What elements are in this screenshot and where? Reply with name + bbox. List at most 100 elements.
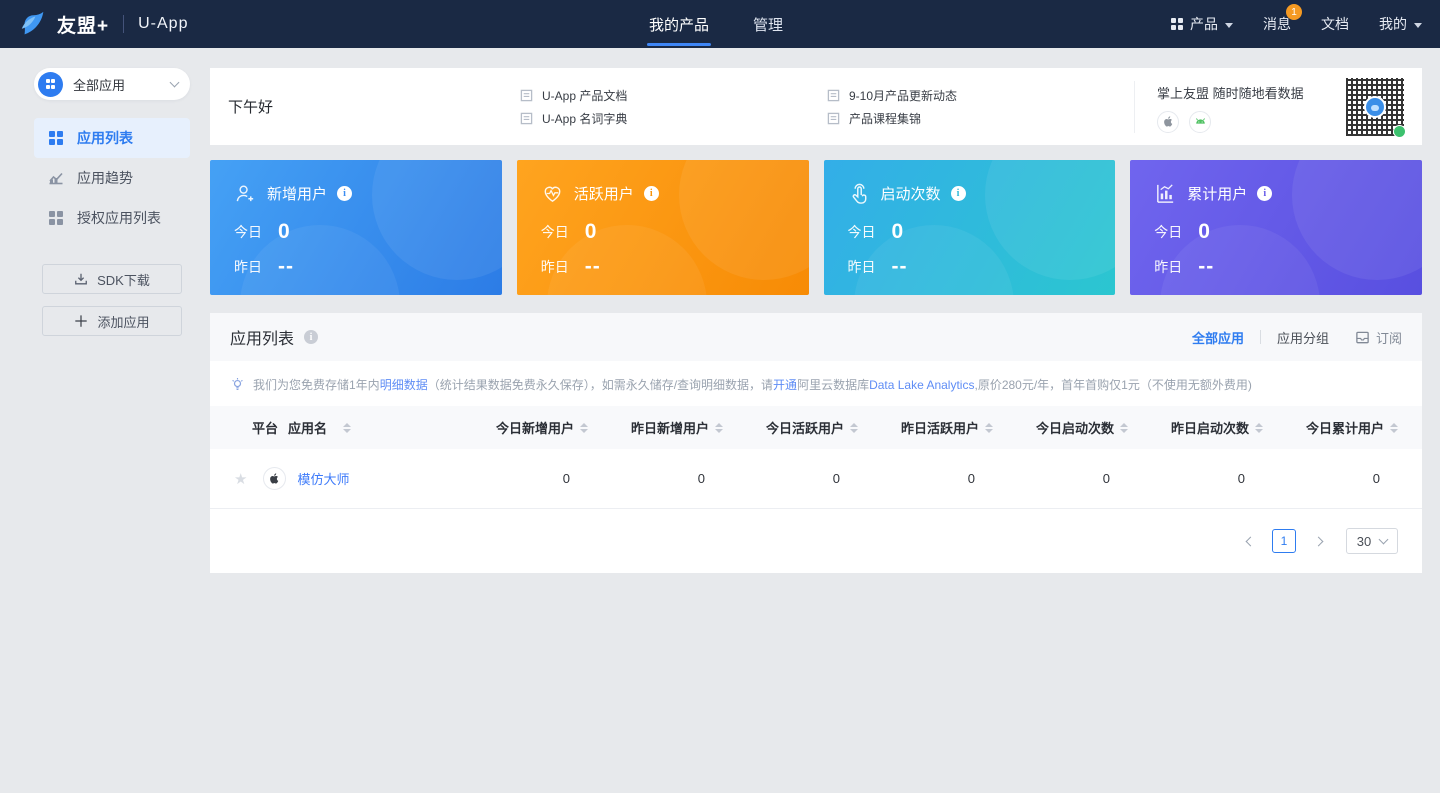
- subscribe-icon: [1355, 330, 1370, 345]
- sdk-download-label: SDK下载: [97, 270, 150, 289]
- qr-code: [1346, 78, 1404, 136]
- doc-link-product-docs[interactable]: U-App 产品文档: [520, 87, 827, 104]
- stat-card-new-users: 新增用户 i 今日0 昨日--: [210, 160, 502, 295]
- chevron-left-icon: [1245, 536, 1255, 546]
- product-name: U-App: [138, 15, 188, 33]
- primary-tabs: 我的产品 管理: [649, 0, 783, 48]
- sort-icon: [1120, 423, 1128, 433]
- tab-management[interactable]: 管理: [753, 0, 783, 48]
- greeting-title: 下午好: [228, 96, 520, 117]
- column-header-new-yesterday[interactable]: 昨日新增用户: [588, 418, 723, 437]
- sort-icon: [343, 423, 351, 433]
- notice-link-dla[interactable]: Data Lake Analytics: [869, 378, 974, 392]
- lightbulb-icon: [230, 377, 245, 392]
- brand[interactable]: 友盟+: [18, 9, 109, 39]
- doc-link-glossary[interactable]: U-App 名词字典: [520, 110, 827, 127]
- stat-title: 启动次数: [881, 183, 941, 204]
- cell-launch-today: 0: [993, 471, 1128, 486]
- cell-launch-yesterday: 0: [1128, 471, 1263, 486]
- column-header-platform-name[interactable]: 平台 应用名: [234, 418, 453, 437]
- next-page-button[interactable]: [1306, 529, 1330, 553]
- download-icon: [74, 272, 88, 286]
- filter-app-groups[interactable]: 应用分组: [1277, 328, 1329, 347]
- yesterday-value: --: [892, 255, 908, 279]
- column-header-active-today[interactable]: 今日活跃用户: [723, 418, 858, 437]
- cell-new-yesterday: 0: [588, 471, 723, 486]
- yesterday-value: --: [1198, 255, 1214, 279]
- brand-divider: [123, 15, 124, 33]
- yesterday-value: --: [278, 255, 294, 279]
- column-header-new-today[interactable]: 今日新增用户: [453, 418, 588, 437]
- column-header-active-yesterday[interactable]: 昨日活跃用户: [858, 418, 993, 437]
- platform-apple-icon: [263, 467, 286, 490]
- sort-icon: [580, 423, 588, 433]
- app-selector-label: 全部应用: [73, 75, 125, 94]
- yesterday-value: --: [585, 255, 601, 279]
- notice-seg: ,原价280元/年，首年首购仅1元（不使用无额外费用): [974, 378, 1251, 392]
- sidebar-item-label: 应用趋势: [77, 168, 133, 188]
- page-size-select[interactable]: 30: [1346, 528, 1398, 554]
- notice-link-detail-data[interactable]: 明细数据: [380, 378, 428, 392]
- apple-icon[interactable]: [1157, 111, 1179, 133]
- user-add-icon: [234, 182, 257, 205]
- notice-seg: 我们为您免费存储1年内: [253, 378, 380, 392]
- col-platform-label: 平台: [252, 418, 278, 437]
- app-name-link[interactable]: 模仿大师: [297, 469, 349, 488]
- yesterday-label: 昨日: [541, 257, 569, 277]
- storage-notice: 我们为您免费存储1年内明细数据（统计结果数据免费永久保存），如需永久储存/查询明…: [210, 361, 1422, 406]
- notice-seg: （统计结果数据免费永久保存），如需永久储存/查询明细数据，请: [428, 378, 773, 392]
- notice-link-activate[interactable]: 开通: [773, 378, 797, 392]
- doc-link-courses[interactable]: 产品课程集锦: [827, 110, 1134, 127]
- favorite-star-icon[interactable]: ★: [234, 470, 247, 488]
- page-number-button[interactable]: 1: [1272, 529, 1296, 553]
- top-navbar: 友盟+ U-App 我的产品 管理 产品 消息 1 文档 我的: [0, 0, 1440, 48]
- stat-card-active-users: 活跃用户 i 今日0 昨日--: [517, 160, 809, 295]
- doc-link-product-updates[interactable]: 9-10月产品更新动态: [827, 87, 1134, 104]
- mobile-promo: 掌上友盟 随时随地看数据: [1157, 81, 1304, 133]
- filter-all-apps[interactable]: 全部应用: [1192, 328, 1244, 347]
- table-row: ★ 模仿大师 0 0 0 0 0 0 0: [210, 449, 1422, 509]
- brand-text: 友盟+: [57, 11, 109, 38]
- stat-title: 活跃用户: [574, 183, 634, 204]
- tab-my-products[interactable]: 我的产品: [649, 0, 709, 48]
- app-selector-dropdown[interactable]: 全部应用: [34, 68, 190, 100]
- sort-icon: [1255, 423, 1263, 433]
- info-icon[interactable]: i: [951, 186, 966, 201]
- nav-account-menu[interactable]: 我的: [1379, 14, 1422, 34]
- nav-docs[interactable]: 文档: [1321, 14, 1349, 34]
- sdk-download-button[interactable]: SDK下载: [42, 264, 182, 294]
- info-icon[interactable]: i: [337, 186, 352, 201]
- today-label: 今日: [541, 222, 569, 242]
- doc-links-col-2: 9-10月产品更新动态 产品课程集锦: [827, 87, 1134, 127]
- stat-card-total-users: 累计用户 i 今日0 昨日--: [1130, 160, 1422, 295]
- info-icon[interactable]: i: [644, 186, 659, 201]
- info-icon[interactable]: i: [304, 330, 318, 344]
- info-icon[interactable]: i: [1257, 186, 1272, 201]
- sidebar-buttons: SDK下载 添加应用: [0, 264, 210, 336]
- sidebar-item-label: 授权应用列表: [77, 208, 161, 228]
- chevron-down-icon: [170, 78, 180, 88]
- nav-products-menu[interactable]: 产品: [1171, 14, 1233, 34]
- prev-page-button[interactable]: [1238, 529, 1262, 553]
- stats-row: 新增用户 i 今日0 昨日-- 活跃用户 i 今日0 昨日-- 启动次数 i 今…: [210, 160, 1422, 295]
- nav-messages[interactable]: 消息 1: [1263, 14, 1291, 34]
- column-header-launch-today[interactable]: 今日启动次数: [993, 418, 1128, 437]
- column-header-total-today[interactable]: 今日累计用户: [1263, 418, 1398, 437]
- mobile-promo-title: 掌上友盟 随时随地看数据: [1157, 83, 1304, 102]
- sidebar-item-authorized-apps[interactable]: 授权应用列表: [34, 198, 190, 238]
- document-icon: [520, 89, 533, 102]
- add-app-button[interactable]: 添加应用: [42, 306, 182, 336]
- cell-active-yesterday: 0: [858, 471, 993, 486]
- sidebar-item-app-list[interactable]: 应用列表: [34, 118, 190, 158]
- grid-icon: [48, 210, 64, 226]
- nav-account-label: 我的: [1379, 14, 1407, 34]
- doc-link-label: U-App 名词字典: [542, 110, 627, 127]
- cell-total-today: 0: [1263, 471, 1398, 486]
- today-label: 今日: [1154, 222, 1182, 242]
- col-name-label: 应用名: [288, 418, 327, 437]
- sidebar-item-app-trend[interactable]: 应用趋势: [34, 158, 190, 198]
- column-header-launch-yesterday[interactable]: 昨日启动次数: [1128, 418, 1263, 437]
- android-icon[interactable]: [1189, 111, 1211, 133]
- subscribe-button[interactable]: 订阅: [1355, 328, 1402, 347]
- sort-icon: [850, 423, 858, 433]
